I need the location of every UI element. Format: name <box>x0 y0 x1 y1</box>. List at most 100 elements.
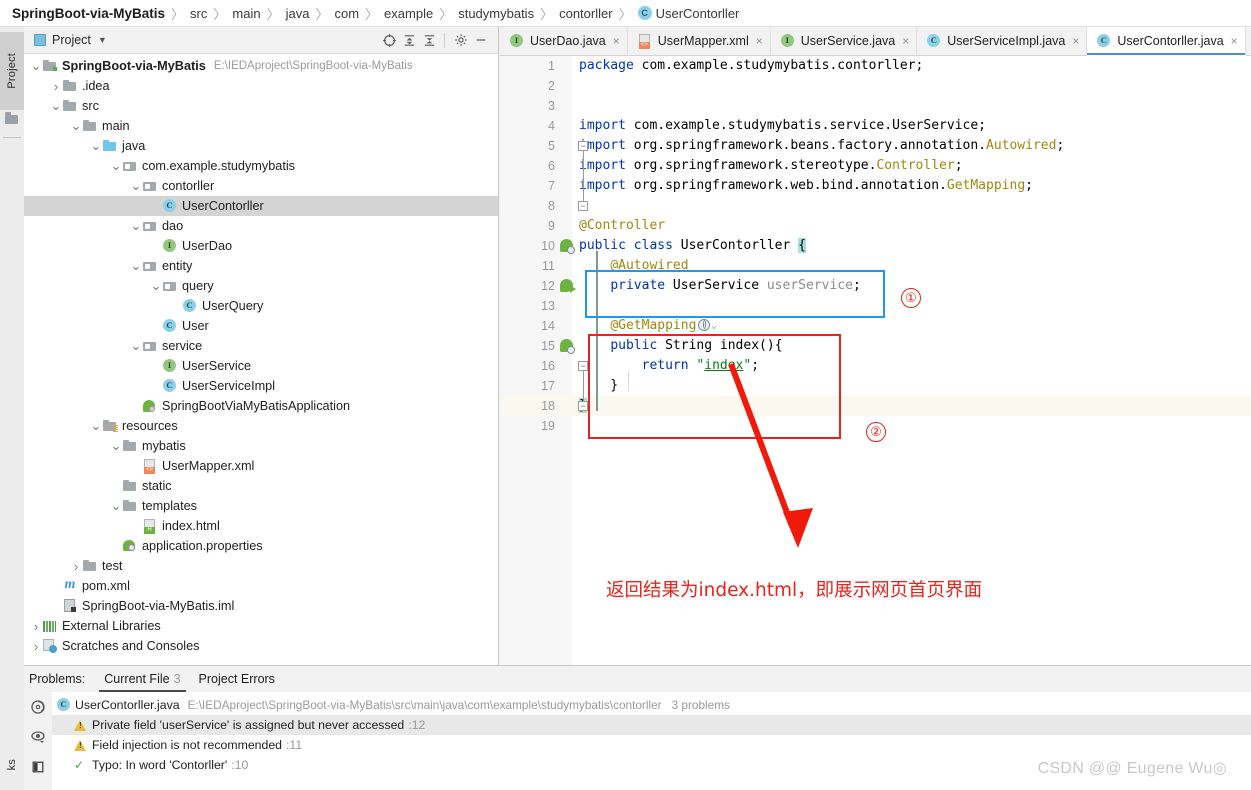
close-icon[interactable]: × <box>1231 35 1238 47</box>
tree-item-index-html[interactable]: index.html <box>24 516 498 536</box>
editor-tab-userserviceimpl-java[interactable]: UserServiceImpl.java × <box>917 27 1088 55</box>
code-line-18[interactable]: 18} <box>500 396 1251 416</box>
code-line-16[interactable]: 16 return "index"; <box>500 356 1251 376</box>
chevron-down-icon[interactable]: ⌄ <box>30 59 42 72</box>
breadcrumb-item-src[interactable]: src <box>190 6 207 21</box>
breadcrumb-item-java[interactable]: java <box>286 6 310 21</box>
tree-item-user[interactable]: User <box>24 316 498 336</box>
fold-icon-line17[interactable]: − <box>578 401 588 411</box>
tree-item-userdao[interactable]: UserDao <box>24 236 498 256</box>
editor-tab-userservice-java[interactable]: UserService.java × <box>770 27 918 55</box>
chevron-right-icon[interactable]: › <box>30 620 42 633</box>
tree-item-java[interactable]: ⌄ java <box>24 136 498 156</box>
code-line-2[interactable]: 2 <box>500 76 1251 96</box>
tree-item-service[interactable]: ⌄ service <box>24 336 498 356</box>
tree-item-contorller[interactable]: ⌄ contorller <box>24 176 498 196</box>
code-editor[interactable]: 1 package com.example.studymybatis.contor… <box>500 56 1251 666</box>
tree-item-templates[interactable]: ⌄ templates <box>24 496 498 516</box>
tree-item-scratches-and-consoles[interactable]: › Scratches and Consoles <box>24 636 498 656</box>
tree-item-userquery[interactable]: UserQuery <box>24 296 498 316</box>
problems-file-row[interactable]: UserContorller.java E:\IEDAproject\Sprin… <box>52 695 1251 715</box>
chevron-down-icon[interactable]: ⌄ <box>130 179 142 192</box>
fold-icon-line7[interactable]: − <box>578 201 588 211</box>
close-icon[interactable]: × <box>1072 35 1079 47</box>
collapse-icon[interactable] <box>24 782 52 790</box>
chevron-down-icon[interactable]: ⌄ <box>70 119 82 132</box>
chevron-down-icon[interactable]: ⌄ <box>110 499 122 512</box>
breadcrumb-item-contorller[interactable]: contorller <box>559 6 612 21</box>
code-lines[interactable]: 1 package com.example.studymybatis.contor… <box>500 56 1251 666</box>
gear-icon[interactable] <box>451 31 470 50</box>
tab-project-errors[interactable]: Project Errors <box>190 667 284 692</box>
breadcrumb-item-example[interactable]: example <box>384 6 433 21</box>
tree-item--idea[interactable]: › .idea <box>24 76 498 96</box>
split-view-icon[interactable] <box>24 752 52 782</box>
code-line-9[interactable]: 9 @Controller <box>500 216 1251 236</box>
chevron-down-icon[interactable]: ⌄ <box>150 279 162 292</box>
chevron-down-icon[interactable]: ⌄ <box>110 439 122 452</box>
code-line-4[interactable]: 4 import com.example.studymybatis.service… <box>500 116 1251 136</box>
collapse-all-icon[interactable] <box>420 31 439 50</box>
tree-item-userserviceimpl[interactable]: UserServiceImpl <box>24 376 498 396</box>
code-line-5[interactable]: 5 import org.springframework.beans.factor… <box>500 136 1251 156</box>
gutter-spring-bean-icon[interactable] <box>560 239 575 254</box>
tree-item-query[interactable]: ⌄ query <box>24 276 498 296</box>
code-line-3[interactable]: 3 <box>500 96 1251 116</box>
editor-tab-usermapper-xml[interactable]: UserMapper.xml × <box>627 27 771 55</box>
tab-current-file[interactable]: Current File 3 <box>95 667 189 692</box>
chevron-right-icon[interactable]: › <box>50 80 62 93</box>
tree-item-springboot-via-mybatis[interactable]: ⌄ SpringBoot-via-MyBatis E:\IEDAproject\Sp… <box>24 56 498 76</box>
code-line-7[interactable]: 7 import org.springframework.web.bind.ann… <box>500 176 1251 196</box>
editor-tab-usercontorller-java[interactable]: UserContorller.java × <box>1087 27 1246 56</box>
code-line-10[interactable]: 10 public class UserContorller { <box>500 236 1251 256</box>
fold-icon-line15[interactable]: − <box>578 361 588 371</box>
hide-panel-icon[interactable] <box>471 31 490 50</box>
close-icon[interactable]: × <box>756 35 763 47</box>
chevron-down-icon[interactable]: ⌄ <box>130 219 142 232</box>
tree-item-static[interactable]: static <box>24 476 498 496</box>
problem-item[interactable]: Field injection is not recommended :11 <box>52 735 1251 755</box>
project-tree[interactable]: ⌄ SpringBoot-via-MyBatis E:\IEDAproject\Sp… <box>24 54 498 656</box>
chevron-down-icon[interactable]: ⌄ <box>711 316 716 336</box>
chevron-right-icon[interactable]: › <box>30 640 42 653</box>
sidebar-tab-project[interactable]: Project <box>0 32 24 110</box>
web-mapping-icon[interactable] <box>698 319 711 331</box>
code-line-1[interactable]: 1 package com.example.studymybatis.contor… <box>500 56 1251 76</box>
tree-item-mybatis[interactable]: ⌄ mybatis <box>24 436 498 456</box>
expand-all-icon[interactable] <box>400 31 419 50</box>
tree-item-src[interactable]: ⌄ src <box>24 96 498 116</box>
chevron-down-icon[interactable]: ▼ <box>98 35 107 45</box>
preview-eye-icon[interactable] <box>24 722 52 752</box>
code-line-17[interactable]: 17 } <box>500 376 1251 396</box>
chevron-down-icon[interactable]: ⌄ <box>90 139 102 152</box>
breadcrumb-item-main[interactable]: main <box>232 6 260 21</box>
tree-item-usercontorller[interactable]: UserContorller <box>24 196 498 216</box>
tree-item-external-libraries[interactable]: › External Libraries <box>24 616 498 636</box>
tree-item-resources[interactable]: ⌄ resources <box>24 416 498 436</box>
chevron-right-icon[interactable]: › <box>70 560 82 573</box>
code-line-6[interactable]: 6 import org.springframework.stereotype.C… <box>500 156 1251 176</box>
breadcrumb-item-studymybatis[interactable]: studymybatis <box>458 6 534 21</box>
tree-item-springboot-via-mybatis-iml[interactable]: SpringBoot-via-MyBatis.iml <box>24 596 498 616</box>
fold-icon-line4[interactable]: − <box>578 141 588 151</box>
tree-item-application-properties[interactable]: application.properties <box>24 536 498 556</box>
chevron-down-icon[interactable]: ⌄ <box>130 259 142 272</box>
gutter-spring-autowire-icon[interactable] <box>560 279 576 293</box>
tree-item-usermapper-xml[interactable]: UserMapper.xml <box>24 456 498 476</box>
editor-tab-userdao-java[interactable]: UserDao.java × <box>500 27 628 55</box>
code-line-8[interactable]: 8 <box>500 196 1251 216</box>
close-icon[interactable]: × <box>902 35 909 47</box>
problems-tab-bar[interactable]: Problems: Current File 3 Project Errors <box>24 666 1251 693</box>
close-icon[interactable]: × <box>613 35 620 47</box>
code-line-12[interactable]: 12 private UserService userService; <box>500 276 1251 296</box>
code-line-11[interactable]: 11 @Autowired <box>500 256 1251 276</box>
locate-icon[interactable] <box>380 31 399 50</box>
chevron-down-icon[interactable]: ⌄ <box>110 159 122 172</box>
tree-item-userservice[interactable]: UserService <box>24 356 498 376</box>
tree-item-test[interactable]: › test <box>24 556 498 576</box>
chevron-down-icon[interactable]: ⌄ <box>90 419 102 432</box>
chevron-down-icon[interactable]: ⌄ <box>130 339 142 352</box>
tree-item-springbootviamybatisapplication[interactable]: SpringBootViaMyBatisApplication <box>24 396 498 416</box>
tree-item-main[interactable]: ⌄ main <box>24 116 498 136</box>
tree-item-dao[interactable]: ⌄ dao <box>24 216 498 236</box>
